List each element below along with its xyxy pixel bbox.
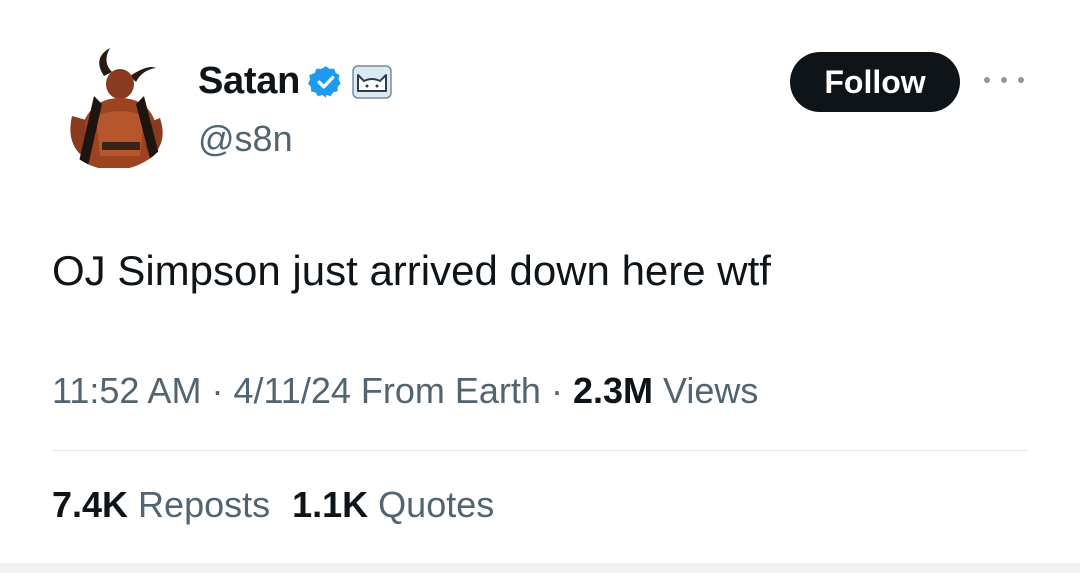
meta-separator: · <box>540 370 573 411</box>
dot <box>984 77 990 83</box>
tweet-meta: 11:52 AM · 4/11/24 From Earth · 2.3M Vie… <box>52 370 758 412</box>
tweet-time[interactable]: 11:52 AM <box>52 370 201 411</box>
tweet-text: OJ Simpson just arrived down here wtf <box>52 247 771 294</box>
meta-separator: · <box>201 370 234 411</box>
engagement-stats: 7.4K Reposts 1.1K Quotes <box>52 484 494 526</box>
views-label: Views <box>652 370 759 411</box>
tweet-card: Satan @s8n Follow OJ Simpson just arrive… <box>0 0 1080 573</box>
devil-avatar-icon <box>52 46 176 170</box>
follow-button[interactable]: Follow <box>790 52 960 112</box>
views-count: 2.3M <box>572 370 653 411</box>
author-handle[interactable]: @s8n <box>198 118 293 160</box>
divider <box>52 450 1028 451</box>
bottom-band <box>0 563 1080 573</box>
quotes-link[interactable]: 1.1K Quotes <box>292 484 494 525</box>
avatar[interactable] <box>52 46 176 170</box>
quotes-label: Quotes <box>368 484 495 525</box>
dot <box>1018 77 1024 83</box>
more-options-icon[interactable] <box>984 70 1024 90</box>
cat-affiliate-icon[interactable] <box>352 64 392 99</box>
tweet-date[interactable]: 4/11/24 <box>233 370 350 411</box>
reposts-count: 7.4K <box>52 484 129 525</box>
display-name[interactable]: Satan <box>198 60 300 103</box>
dot <box>1001 77 1007 83</box>
tweet-source: From Earth <box>350 370 541 411</box>
verified-badge-icon[interactable] <box>307 64 344 100</box>
author-name-row: Satan <box>198 60 392 103</box>
reposts-label: Reposts <box>128 484 271 525</box>
quotes-count: 1.1K <box>292 484 369 525</box>
reposts-link[interactable]: 7.4K Reposts <box>52 484 270 525</box>
